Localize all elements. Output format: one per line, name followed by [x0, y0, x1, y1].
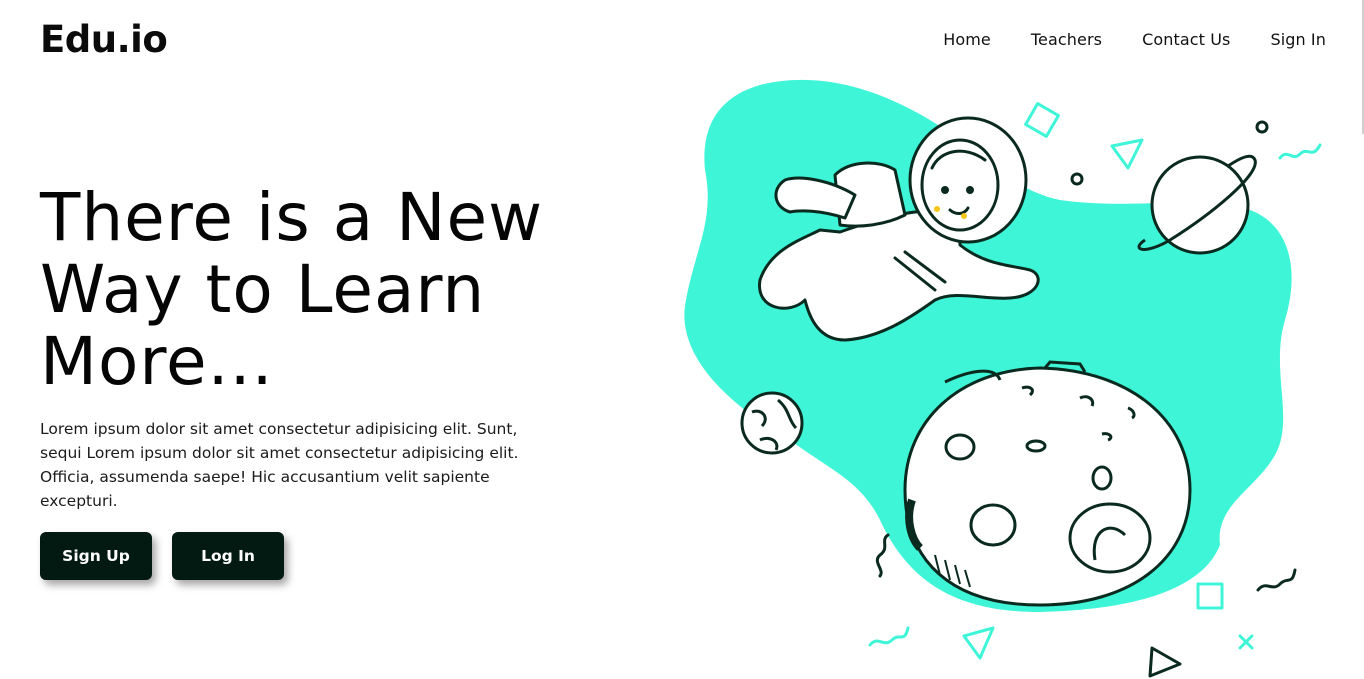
nav-sign-in[interactable]: Sign In [1270, 30, 1326, 50]
nav-contact-us[interactable]: Contact Us [1142, 30, 1230, 50]
nav-home[interactable]: Home [943, 30, 991, 50]
hero-title: There is a New Way to Learn More... [40, 179, 544, 400]
sign-up-button[interactable]: Sign Up [40, 532, 152, 580]
hero-actions: Sign Up Log In [40, 532, 284, 580]
log-in-button[interactable]: Log In [172, 532, 284, 580]
logo[interactable]: Edu.io [40, 19, 168, 61]
main-nav: Home Teachers Contact Us Sign In [943, 30, 1326, 50]
space-illustration [684, 79, 1322, 678]
nav-teachers[interactable]: Teachers [1031, 30, 1102, 50]
hero-description: Lorem ipsum dolor sit amet consectetur a… [40, 420, 519, 510]
landing-page: Edu.io Home Teachers Contact Us Sign In … [0, 0, 1364, 679]
small-planet-icon [740, 391, 804, 455]
